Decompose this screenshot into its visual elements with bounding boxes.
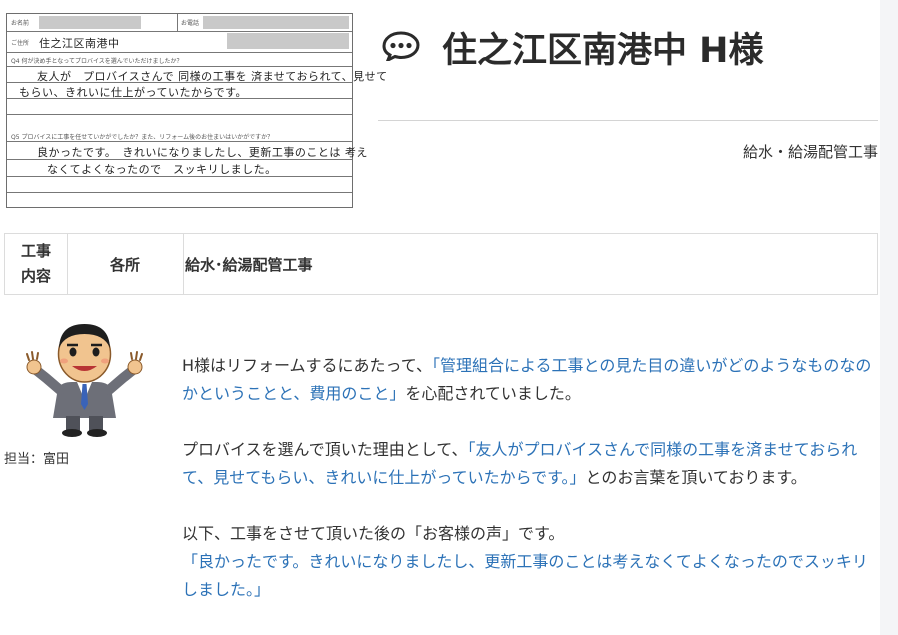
form-phone-redaction bbox=[203, 16, 349, 29]
form-address-handwritten: 住之江区南港中 bbox=[39, 37, 120, 50]
staff-name-label: 担当：富田 bbox=[4, 452, 70, 467]
title-divider bbox=[378, 120, 878, 121]
paragraph-reason-outro: とのお言葉を頂いております。 bbox=[585, 468, 807, 487]
form-q5-answer-line2: なくてよくなったので スッキリしました。 bbox=[47, 163, 277, 176]
form-q5-answer-line1: 良かったです。 きれいになりましたし、更新工事のことは 考え bbox=[37, 146, 368, 159]
form-name-redaction bbox=[39, 16, 141, 29]
work-label-cell: 工事 内容 bbox=[5, 234, 68, 294]
paragraph-customer-voice-quote: 「良かったです。きれいになりましたし、更新工事のことは考えなくてよくなったのでス… bbox=[182, 552, 868, 599]
form-name-label: お名前 bbox=[11, 20, 30, 27]
form-q5-label: Q5 プロバイスに工事を任せていかがでしたか？また、リフォーム後のお住まいはいか… bbox=[11, 134, 274, 141]
staff-mascot-illustration bbox=[26, 324, 143, 437]
page-side-strip bbox=[880, 0, 898, 635]
paragraph-concerns: H様はリフォームするにあたって、「管理組合による工事との見た目の違いがどのような… bbox=[182, 352, 872, 408]
work-description-cell: 給水･給湯配管工事 bbox=[185, 255, 313, 274]
speech-bubble-icon bbox=[382, 31, 420, 61]
paragraph-reason: プロバイスを選んで頂いた理由として、「友人がプロバイスさんで同様の工事を済ませて… bbox=[182, 436, 872, 492]
category-label: 給水・給湯配管工事 bbox=[742, 143, 878, 161]
paragraph-concerns-outro: を心配されていました。 bbox=[405, 384, 581, 403]
paragraph-customer-voice: 以下、工事をさせて頂いた後の「お客様の声」です。「良かったです。きれいになりまし… bbox=[182, 520, 872, 604]
page-title: 住之江区南港中 H様 bbox=[442, 31, 764, 71]
form-address-redaction bbox=[227, 33, 349, 49]
paragraph-concerns-intro: H様はリフォームするにあたって、 bbox=[182, 356, 432, 375]
paragraph-reason-intro: プロバイスを選んで頂いた理由として、 bbox=[182, 440, 468, 459]
work-label-line2: 内容 bbox=[20, 267, 51, 285]
work-label-line1: 工事 bbox=[20, 242, 51, 260]
work-details-table: 工事 内容 各所 給水･給湯配管工事 bbox=[4, 233, 878, 295]
form-phone-label: お電話 bbox=[181, 20, 200, 27]
form-address-label: ご住所 bbox=[11, 40, 30, 47]
work-location-cell: 各所 bbox=[67, 234, 184, 294]
paragraph-customer-voice-intro: 以下、工事をさせて頂いた後の「お客様の声」です。 bbox=[182, 524, 565, 543]
form-q4-label: Q4 何が決め手となってプロバイスを選んでいただけましたか？ bbox=[11, 58, 183, 65]
questionnaire-image: お名前 お電話 ご住所 住之江区南港中 Q4 何が決め手となってプロバイスを選ん… bbox=[6, 13, 387, 208]
